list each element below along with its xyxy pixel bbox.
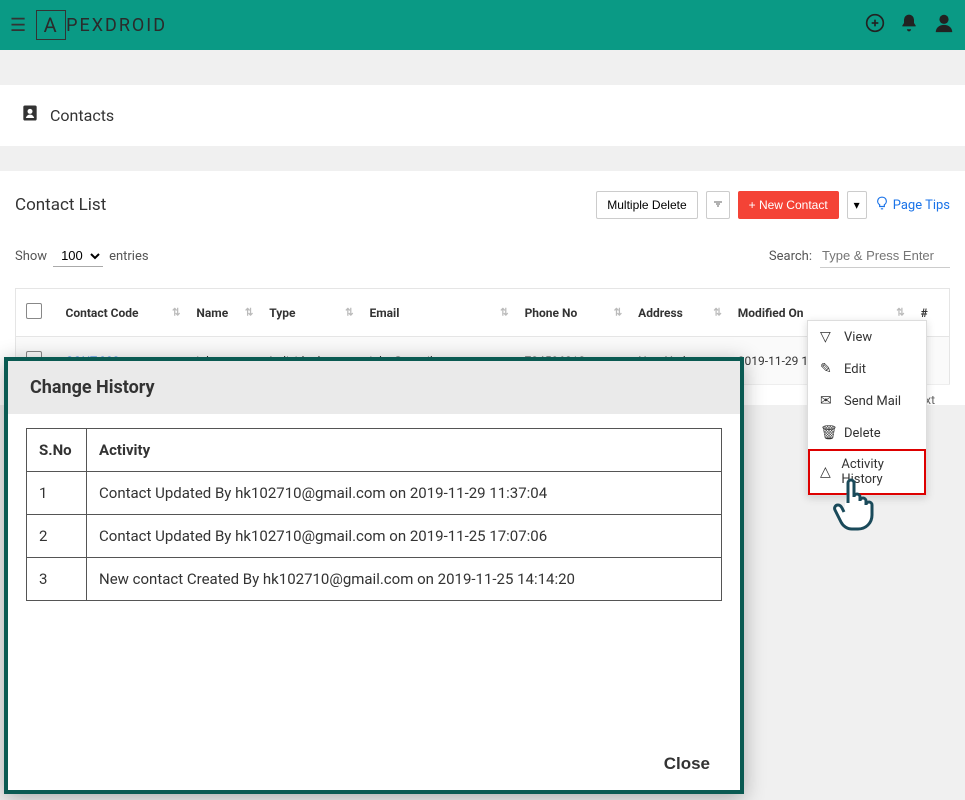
topbar-left: ☰ A PEXDROID	[10, 10, 167, 40]
menu-delete[interactable]: 🗑 Delete	[808, 417, 926, 449]
new-contact-button[interactable]: + New Contact	[738, 191, 839, 219]
entries-select[interactable]: 100	[53, 245, 103, 267]
trash-icon: 🗑	[820, 425, 836, 441]
table-controls: Show 100 entries Search:	[15, 244, 950, 268]
sort-icon[interactable]: ⇅	[500, 307, 508, 318]
topbar-right	[865, 12, 955, 39]
sort-icon[interactable]: ⇅	[713, 307, 721, 318]
menu-view[interactable]: ▽ View	[808, 321, 926, 353]
show-label: Show	[15, 249, 47, 264]
history-row: 1 Contact Updated By hk102710@gmail.com …	[27, 472, 722, 515]
mail-icon: ✉	[820, 393, 836, 409]
edit-icon: ✎	[820, 361, 836, 377]
col-type: Type⇅	[259, 289, 359, 337]
new-contact-dropdown[interactable]: ▾	[847, 191, 867, 219]
entries-label: entries	[109, 249, 149, 264]
entries-control: Show 100 entries	[15, 245, 149, 267]
close-button[interactable]: Close	[664, 754, 710, 774]
sort-icon[interactable]: ⇅	[614, 307, 622, 318]
multiple-delete-dropdown[interactable]	[706, 191, 730, 219]
col-phone: Phone No⇅	[515, 289, 629, 337]
search-label: Search:	[769, 249, 812, 264]
add-circle-icon[interactable]	[865, 13, 885, 38]
col-address: Address⇅	[628, 289, 728, 337]
lightbulb-icon	[875, 196, 889, 214]
sort-icon[interactable]: ⇅	[896, 307, 904, 318]
search-input[interactable]	[820, 244, 950, 268]
sort-icon[interactable]: ⇅	[345, 307, 353, 318]
sort-icon[interactable]: ⇅	[245, 307, 253, 318]
col-activity: Activity	[87, 429, 722, 472]
search-control: Search:	[769, 244, 950, 268]
contacts-icon	[20, 103, 40, 128]
modal-header: Change History	[8, 361, 740, 414]
history-table: S.No Activity 1 Contact Updated By hk102…	[26, 428, 722, 601]
list-header: Contact List Multiple Delete + New Conta…	[15, 191, 950, 219]
page-tips-label: Page Tips	[893, 198, 950, 213]
hamburger-icon[interactable]: ☰	[10, 15, 26, 36]
user-icon[interactable]	[933, 12, 955, 39]
logo[interactable]: A PEXDROID	[36, 10, 167, 40]
page-header: Contacts	[0, 85, 965, 146]
change-history-modal: Change History S.No Activity 1 Contact U…	[4, 357, 744, 794]
menu-edit[interactable]: ✎ Edit	[808, 353, 926, 385]
pointer-icon	[830, 475, 880, 539]
history-row: 3 New contact Created By hk102710@gmail.…	[27, 558, 722, 601]
sort-icon[interactable]: ⇅	[172, 307, 180, 318]
logo-text: PEXDROID	[66, 15, 167, 36]
col-name: Name⇅	[186, 289, 259, 337]
page-tips-link[interactable]: Page Tips	[875, 196, 950, 214]
col-code: Contact Code⇅	[56, 289, 187, 337]
select-all-checkbox[interactable]	[26, 303, 42, 319]
row-actions-menu: ▽ View ✎ Edit ✉ Send Mail 🗑 Delete △ Act…	[807, 320, 927, 496]
col-sno: S.No	[27, 429, 87, 472]
multiple-delete-button[interactable]: Multiple Delete	[596, 191, 697, 219]
view-icon: ▽	[820, 329, 836, 345]
modal-body: S.No Activity 1 Contact Updated By hk102…	[8, 414, 740, 738]
col-email: Email⇅	[359, 289, 514, 337]
page-title: Contacts	[50, 106, 114, 125]
list-actions: Multiple Delete + New Contact ▾ Page Tip…	[596, 191, 950, 219]
modal-footer: Close	[8, 738, 740, 790]
logo-a: A	[36, 10, 66, 40]
bell-icon[interactable]	[899, 13, 919, 38]
list-title: Contact List	[15, 195, 106, 215]
modal-title: Change History	[30, 377, 718, 398]
topbar: ☰ A PEXDROID	[0, 0, 965, 50]
menu-send-mail[interactable]: ✉ Send Mail	[808, 385, 926, 417]
history-row: 2 Contact Updated By hk102710@gmail.com …	[27, 515, 722, 558]
